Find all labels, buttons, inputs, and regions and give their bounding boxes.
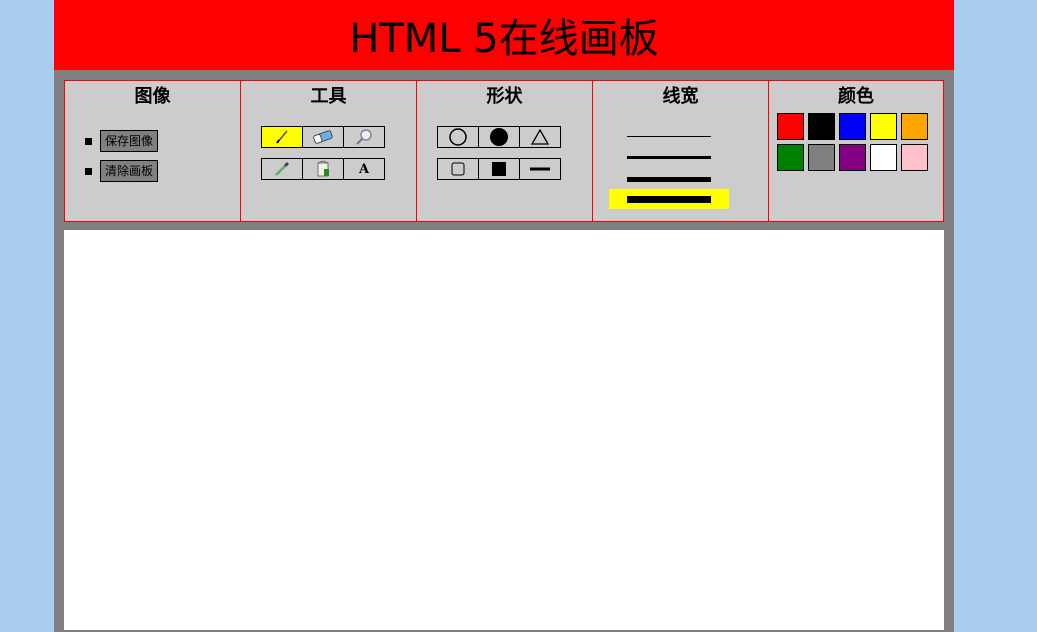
linewidth-panel-title: 线宽 [662,86,699,107]
eyedropper-tool-button[interactable] [261,158,303,180]
line-icon [530,167,550,171]
color-swatch[interactable] [777,144,804,171]
triangle-outline-icon [530,128,550,145]
image-panel: 图像 保存图像 清除画板 [64,80,240,222]
color-swatch[interactable] [901,113,928,140]
linewidth-option-2[interactable] [609,150,729,164]
color-swatch-grid [777,113,928,171]
color-swatch[interactable] [808,113,835,140]
line-sample [627,155,711,159]
save-image-button[interactable]: 保存图像 [100,130,159,152]
magnifier-tool-button[interactable] [343,126,385,148]
line-shape-button[interactable] [519,158,561,180]
app-frame: HTML 5在线画板 图像 保存图像 清除画板 工具 A 形状 线宽 颜色 [54,0,954,632]
toolbar: 图像 保存图像 清除画板 工具 A 形状 线宽 颜色 [64,80,944,222]
triangle-shape-button[interactable] [519,126,561,148]
tools-panel-title: 工具 [310,86,347,107]
colors-panel: 颜色 [768,80,944,222]
square-outline-icon [451,162,465,176]
filled-circle-shape-button[interactable] [478,126,520,148]
eraser-tool-button[interactable] [302,126,344,148]
header-bar: HTML 5在线画板 [54,0,954,70]
linewidth-option-1[interactable] [609,129,729,143]
square-filled-icon [492,162,506,176]
color-swatch[interactable] [839,113,866,140]
image-actions-list: 保存图像 清除画板 [85,126,159,186]
shapes-panel: 形状 [416,80,592,222]
shapes-row-2 [437,158,561,180]
color-swatch[interactable] [870,113,897,140]
color-swatch[interactable] [808,144,835,171]
shapes-row-1 [437,126,561,148]
circle-filled-icon [490,128,508,146]
color-swatch[interactable] [777,113,804,140]
magnifier-icon [356,129,372,145]
circle-outline-icon [449,128,467,146]
circle-shape-button[interactable] [437,126,479,148]
line-sample [627,195,711,203]
tools-row-2: A [261,158,385,180]
drawing-canvas[interactable] [64,230,944,630]
color-swatch[interactable] [901,144,928,171]
color-swatch[interactable] [870,144,897,171]
linewidth-option-3[interactable] [609,172,729,186]
eyedropper-icon [275,161,290,176]
shapes-panel-title: 形状 [486,86,523,107]
bullet-icon [85,137,92,145]
linewidth-option-4[interactable] [609,189,729,209]
color-swatch[interactable] [839,144,866,171]
page-title: HTML 5在线画板 [349,16,659,62]
tools-panel: 工具 A [240,80,416,222]
tools-row-1 [261,126,385,148]
pencil-tool-button[interactable] [261,126,303,148]
paint-bucket-icon [317,160,329,177]
clear-canvas-button[interactable]: 清除画板 [100,160,159,182]
fill-tool-button[interactable] [302,158,344,180]
image-panel-title: 图像 [134,86,171,107]
line-sample [627,176,711,182]
linewidth-panel: 线宽 [592,80,768,222]
list-item: 清除画板 [85,156,159,186]
list-item: 保存图像 [85,126,159,156]
filled-square-shape-button[interactable] [478,158,520,180]
text-icon: A [358,161,370,177]
eraser-icon [313,130,333,144]
colors-panel-title: 颜色 [838,86,874,107]
square-shape-button[interactable] [437,158,479,180]
pencil-icon [276,130,288,144]
text-tool-button[interactable]: A [343,158,385,180]
bullet-icon [85,167,92,175]
line-sample [627,135,711,137]
